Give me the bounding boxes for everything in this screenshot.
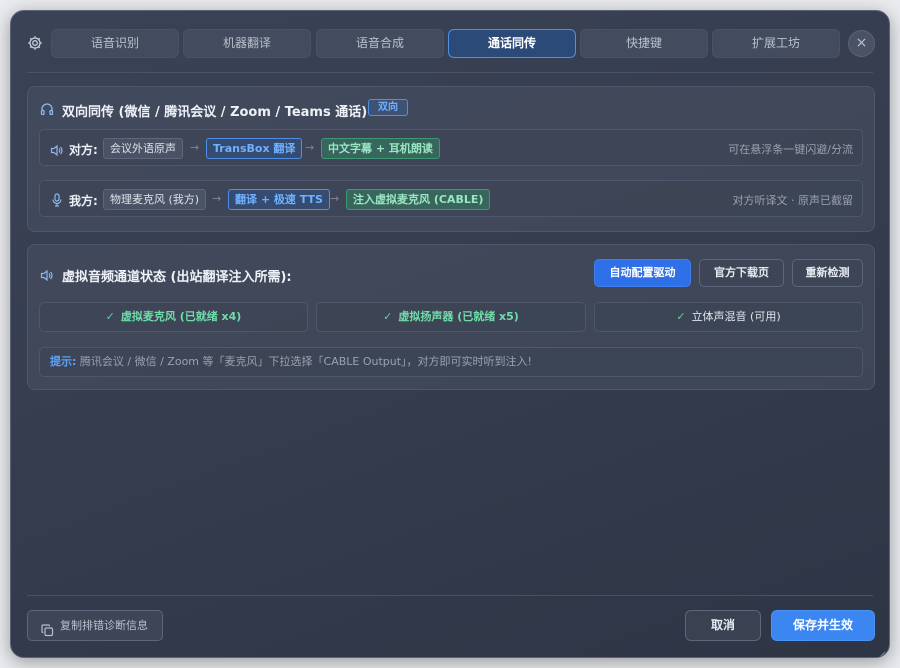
local-label: 我方: (69, 194, 98, 208)
remote-translate-chip: TransBox 翻译 (206, 138, 303, 159)
gear-icon[interactable] (27, 35, 43, 51)
tab-extensions[interactable]: 扩展工坊 (712, 29, 840, 58)
copy-icon (41, 619, 54, 648)
remote-note: 可在悬浮条一键闪避/分流 (728, 143, 853, 156)
flow-arrow: → (305, 141, 315, 154)
resize-grip-icon[interactable] (876, 644, 886, 657)
virtual-audio-title: 虚拟音频通道状态 (出站翻译注入所需): (62, 270, 292, 285)
tab-call-interpretation[interactable]: 通话同传 (448, 29, 576, 58)
bidirectional-title: 双向同传 (微信 / 腾讯会议 / Zoom / Teams 通话) (62, 105, 368, 120)
virtual-audio-panel: 虚拟音频通道状态 (出站翻译注入所需): 自动配置驱动 官方下载页 重新检测 ✓… (27, 244, 875, 390)
copy-diagnostics-label: 复制排错诊断信息 (60, 619, 148, 632)
auto-configure-button[interactable]: 自动配置驱动 (594, 259, 691, 287)
tab-speech-synthesis[interactable]: 语音合成 (316, 29, 444, 58)
settings-window: 语音识别 机器翻译 语音合成 通话同传 快捷键 扩展工坊 × 双向同传 (微信 … (10, 10, 890, 658)
copy-diagnostics-button[interactable]: 复制排错诊断信息 (27, 610, 163, 641)
tip-label: 提示: (50, 355, 77, 368)
remote-source-chip: 会议外语原声 (103, 138, 183, 159)
local-translate-chip: 翻译 + 极速 TTS (228, 189, 330, 210)
tip-box: 提示: 腾讯会议 / 微信 / Zoom 等「麦克风」下拉选择「CABLE Ou… (39, 347, 863, 377)
remote-label: 对方: (69, 143, 98, 157)
close-button[interactable]: × (848, 30, 875, 57)
microphone-icon (51, 192, 63, 211)
speaker-icon (50, 142, 63, 161)
local-source-chip: 物理麦克风 (我方) (103, 189, 207, 210)
status-virtual-mic: ✓ 虚拟麦克风 (已就绪 x4) (39, 302, 308, 332)
close-icon: × (855, 35, 868, 51)
bidirectional-panel: 双向同传 (微信 / 腾讯会议 / Zoom / Teams 通话) 双向 对方… (27, 86, 875, 232)
bidirectional-badge: 双向 (368, 99, 408, 116)
tab-divider (27, 72, 873, 73)
flow-arrow: → (190, 141, 200, 154)
status-label: 虚拟扬声器 (已就绪 x5) (398, 310, 519, 323)
status-virtual-speaker: ✓ 虚拟扬声器 (已就绪 x5) (316, 302, 586, 332)
tab-speech-recognition[interactable]: 语音识别 (51, 29, 179, 58)
flow-arrow: → (330, 192, 340, 205)
save-apply-button[interactable]: 保存并生效 (771, 610, 875, 641)
tip-text: 腾讯会议 / 微信 / Zoom 等「麦克风」下拉选择「CABLE Output… (79, 355, 532, 368)
check-icon: ✓ (383, 310, 393, 323)
remote-flow-row: 对方: 会议外语原声 → TransBox 翻译 → 中文字幕 + 耳机朗读 可… (39, 129, 863, 166)
cancel-button[interactable]: 取消 (685, 610, 761, 641)
flow-arrow: → (212, 192, 222, 205)
local-flow-row: 我方: 物理麦克风 (我方) → 翻译 + 极速 TTS → 注入虚拟麦克风 (… (39, 180, 863, 217)
recheck-button[interactable]: 重新检测 (792, 259, 863, 287)
footer-divider (27, 595, 873, 596)
tab-machine-translation[interactable]: 机器翻译 (183, 29, 311, 58)
local-output-chip: 注入虚拟麦克风 (CABLE) (346, 189, 491, 210)
speaker-icon (40, 267, 53, 286)
tab-shortcuts[interactable]: 快捷键 (580, 29, 708, 58)
official-download-button[interactable]: 官方下载页 (699, 259, 784, 287)
status-label: 立体声混音 (可用) (691, 310, 781, 323)
local-note: 对方听译文 · 原声已截留 (732, 194, 854, 207)
check-icon: ✓ (105, 310, 115, 323)
check-icon: ✓ (676, 310, 686, 323)
status-label: 虚拟麦克风 (已就绪 x4) (120, 310, 242, 323)
remote-output-chip: 中文字幕 + 耳机朗读 (321, 138, 440, 159)
status-stereo-mix: ✓ 立体声混音 (可用) (594, 302, 863, 332)
headphones-icon (40, 101, 54, 120)
